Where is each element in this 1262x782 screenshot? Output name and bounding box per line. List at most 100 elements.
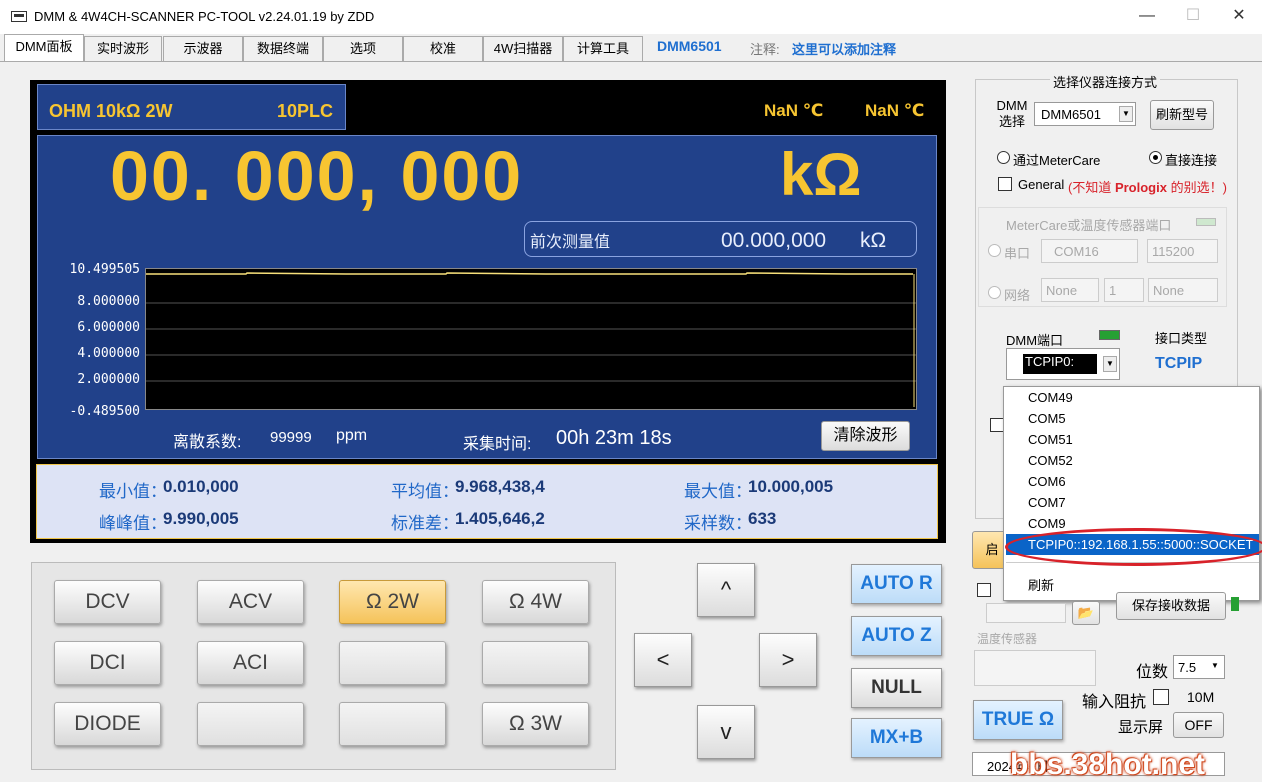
note-input[interactable]: 这里可以添加注释 xyxy=(792,39,896,58)
refresh-option[interactable]: 刷新 xyxy=(1028,575,1054,596)
mx-b-button[interactable]: MX+B xyxy=(851,718,942,758)
file-path-input[interactable] xyxy=(986,603,1066,623)
metercare-radio[interactable] xyxy=(997,151,1010,164)
general-note-post: 的别选！) xyxy=(1166,180,1227,195)
port-option[interactable]: COM5 xyxy=(1028,408,1066,429)
maximize-button[interactable]: ☐ xyxy=(1170,0,1216,32)
tab-calc-tools[interactable]: 计算工具 xyxy=(563,36,643,61)
blank-key-button[interactable] xyxy=(197,702,304,746)
app-icon xyxy=(11,11,27,22)
general-note-pre: (不知道 xyxy=(1068,180,1115,195)
temp-sensor-select[interactable] xyxy=(974,650,1096,686)
display-toggle-button[interactable]: OFF xyxy=(1173,712,1224,738)
dcv-button[interactable]: DCV xyxy=(54,580,161,624)
tab-4w-scanner[interactable]: 4W扫描器 xyxy=(483,36,563,61)
hidden-checkbox[interactable] xyxy=(990,418,1004,432)
tab-realtime-wave[interactable]: 实时波形 xyxy=(84,36,162,61)
acv-button[interactable]: ACV xyxy=(197,580,304,624)
serial-port-select[interactable]: COM16 xyxy=(1041,239,1138,263)
save-data-button[interactable]: 保存接收数据 xyxy=(1116,592,1226,620)
network-label: 网络 xyxy=(1004,288,1031,303)
tab-oscilloscope[interactable]: 示波器 xyxy=(163,36,243,61)
dmm-port-select[interactable]: TCPIP0: ▼ xyxy=(1006,348,1120,380)
digits-label: 位数 xyxy=(1136,664,1169,681)
network-opt1-select[interactable]: None xyxy=(1041,278,1099,302)
y-tick-label: -0.489500 xyxy=(69,404,140,419)
close-button[interactable]: ✕ xyxy=(1216,0,1262,32)
peak-peak-value: 9.990,005 xyxy=(163,509,239,528)
dmm-port-value: TCPIP0: xyxy=(1023,354,1097,374)
avg-label: 平均值： xyxy=(391,482,459,501)
serial-radio[interactable] xyxy=(988,244,1001,257)
blank-key-button[interactable] xyxy=(339,641,446,685)
down-arrow-button[interactable]: v xyxy=(697,705,755,759)
main-value: 00. 000, 000 xyxy=(110,137,524,215)
baud-select[interactable]: 115200 xyxy=(1147,239,1218,263)
port-option[interactable]: COM6 xyxy=(1028,471,1066,492)
clear-waveform-button[interactable]: 清除波形 xyxy=(821,421,910,451)
null-button[interactable]: NULL xyxy=(851,668,942,708)
tab-data-terminal[interactable]: 数据终端 xyxy=(243,36,323,61)
save-status-led xyxy=(1231,597,1239,611)
left-arrow-button[interactable]: < xyxy=(634,633,692,687)
input-impedance-value: 10M xyxy=(1187,689,1215,705)
y-tick-label: 2.000000 xyxy=(77,372,140,387)
tab-dmm-panel[interactable]: DMM面板 xyxy=(4,34,84,61)
direct-connect-label: 直接连接 xyxy=(1165,153,1218,168)
digits-select[interactable]: 7.5 ▼ xyxy=(1173,655,1225,679)
ohm-4w-button[interactable]: Ω 4W xyxy=(482,580,589,624)
port-dropdown-list[interactable]: COM49 COM5 COM51 COM52 COM6 COM7 COM9 TC… xyxy=(1003,386,1260,601)
port-option[interactable]: COM52 xyxy=(1028,450,1073,471)
input-impedance-checkbox[interactable] xyxy=(1153,689,1169,705)
connection-group-title: 选择仪器连接方式 xyxy=(1050,72,1161,91)
note-label: 注释: xyxy=(750,42,780,57)
waveform-svg xyxy=(146,272,916,407)
refresh-model-button[interactable]: 刷新型号 xyxy=(1150,100,1214,130)
aci-button[interactable]: ACI xyxy=(197,641,304,685)
ohm-3w-button[interactable]: Ω 3W xyxy=(482,702,589,746)
previous-label: 前次测量值 xyxy=(530,234,611,251)
diode-button[interactable]: DIODE xyxy=(54,702,161,746)
network-opt1-value: None xyxy=(1046,283,1078,298)
y-tick-label: 8.000000 xyxy=(77,294,140,309)
tab-calibration[interactable]: 校准 xyxy=(403,36,483,61)
minimize-button[interactable]: — xyxy=(1124,0,1170,32)
dispersion-label: 离散系数: xyxy=(173,434,242,451)
true-ohm-button[interactable]: TRUE Ω xyxy=(973,700,1063,740)
port-option[interactable]: COM49 xyxy=(1028,387,1073,408)
max-value: 10.000,005 xyxy=(748,477,834,496)
direct-connect-radio[interactable] xyxy=(1149,151,1162,164)
up-arrow-button[interactable]: ^ xyxy=(697,563,755,617)
blank-key-button[interactable] xyxy=(339,702,446,746)
dispersion-value: 99999 xyxy=(270,429,312,446)
port-option[interactable]: COM7 xyxy=(1028,492,1066,513)
port-option[interactable]: COM51 xyxy=(1028,429,1073,450)
input-impedance-label: 输入阻抗 xyxy=(1082,694,1147,711)
temp-sensor-label: 温度传感器 xyxy=(977,632,1038,646)
sample-time-label: 采集时间: xyxy=(463,436,532,453)
previous-value: 00.000,000 xyxy=(721,229,827,252)
receive-checkbox[interactable] xyxy=(977,583,991,597)
dci-button[interactable]: DCI xyxy=(54,641,161,685)
blank-key-button[interactable] xyxy=(482,641,589,685)
dmm-port-led xyxy=(1099,330,1120,340)
general-checkbox[interactable] xyxy=(998,177,1012,191)
network-radio[interactable] xyxy=(988,286,1001,299)
general-label: General xyxy=(1018,177,1065,192)
tab-options[interactable]: 选项 xyxy=(323,36,403,61)
y-tick-label: 10.499505 xyxy=(69,262,140,277)
network-opt3-select[interactable]: None xyxy=(1148,278,1218,302)
auto-z-button[interactable]: AUTO Z xyxy=(851,616,942,656)
std-dev-label: 标准差： xyxy=(391,514,459,533)
ohm-2w-button[interactable]: Ω 2W xyxy=(339,580,446,624)
folder-icon[interactable]: 📂 xyxy=(1072,601,1100,625)
dmm-model-value: DMM6501 xyxy=(1041,107,1101,122)
auto-r-button[interactable]: AUTO R xyxy=(851,564,942,604)
general-note-brand: Prologix xyxy=(1114,180,1167,195)
right-arrow-button[interactable]: > xyxy=(759,633,817,687)
metercare-led xyxy=(1196,218,1216,226)
network-opt2-select[interactable]: 1 xyxy=(1104,278,1144,302)
chevron-down-icon: ▼ xyxy=(1103,356,1117,372)
dmm-model-select[interactable]: DMM6501 ▼ xyxy=(1034,102,1136,126)
temp2-label: NaN ℃ xyxy=(865,101,925,120)
